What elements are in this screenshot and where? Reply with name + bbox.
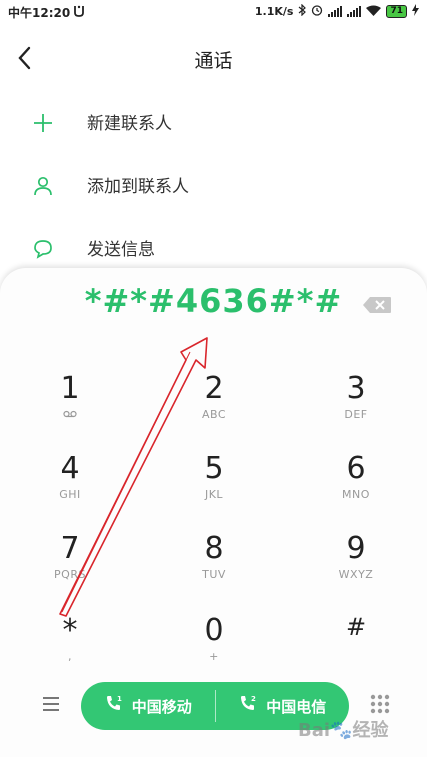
sim-number: 2 [251, 695, 256, 703]
key-letters: PQRS [54, 568, 86, 581]
key-9[interactable]: 9 WXYZ [306, 530, 406, 608]
key-5[interactable]: 5 JKL [164, 450, 264, 528]
key-star[interactable]: * , [20, 612, 120, 690]
key-digit: 8 [204, 531, 224, 566]
key-digit: 3 [346, 371, 366, 406]
status-bar: 中午12:20 1.1K/s 71 [0, 0, 427, 26]
status-right: 1.1K/s 71 [254, 3, 419, 19]
key-8[interactable]: 8 TUV [164, 530, 264, 608]
voicemail-icon [20, 408, 120, 422]
key-digit: # [345, 613, 367, 641]
wifi-icon [366, 5, 382, 19]
status-time: 中午12:20 [8, 6, 71, 20]
key-letters: TUV [202, 568, 226, 581]
key-digit: 7 [60, 531, 80, 566]
key-letters: + [209, 650, 219, 663]
key-letters: ABC [201, 408, 227, 421]
menu-lines-icon[interactable] [40, 694, 62, 714]
key-digit: * [62, 613, 78, 648]
page-title: 通话 [194, 50, 233, 72]
notification-icon [73, 4, 85, 20]
key-letters: GHI [59, 488, 81, 501]
key-digit: 0 [204, 613, 224, 648]
menu-item-new-contact[interactable]: 新建联系人 [0, 93, 427, 153]
bluetooth-icon [298, 3, 307, 19]
charging-icon [412, 4, 419, 19]
key-digit: 9 [346, 531, 366, 566]
phone-sim1-icon: 1 [104, 694, 124, 718]
key-4[interactable]: 4 GHI [20, 450, 120, 528]
person-icon [32, 175, 54, 197]
keypad-grid-icon[interactable] [368, 692, 392, 716]
key-letters: WXYZ [338, 568, 374, 581]
menu-item-label: 新建联系人 [87, 114, 172, 134]
sim-number: 1 [117, 695, 122, 703]
net-speed: 1.1K/s [254, 5, 294, 18]
key-letters: MNO [342, 488, 370, 501]
key-letters: JKL [204, 488, 224, 501]
key-3[interactable]: 3 DEF [306, 370, 406, 448]
call-label: 中国电信 [266, 697, 327, 716]
call-label: 中国移动 [131, 697, 192, 716]
key-digit: 1 [60, 371, 80, 406]
watermark: Bai🐾经验 [298, 720, 389, 741]
signal-2-icon [347, 6, 362, 17]
menu-item-add-to-contact[interactable]: 添加到联系人 [0, 156, 427, 216]
key-letters: , [68, 650, 72, 663]
key-7[interactable]: 7 PQRS [20, 530, 120, 608]
key-digit: 4 [60, 451, 80, 486]
call-button-sim1[interactable]: 1 中国移动 [81, 682, 215, 730]
menu-item-label: 添加到联系人 [87, 177, 189, 197]
phone-sim2-icon: 2 [238, 694, 258, 718]
plus-icon [32, 112, 54, 134]
battery-icon: 71 [386, 5, 407, 18]
key-2[interactable]: 2 ABC [164, 370, 264, 448]
message-icon [32, 238, 54, 260]
key-digit: 6 [346, 451, 366, 486]
key-6[interactable]: 6 MNO [306, 450, 406, 528]
key-1[interactable]: 1 [20, 370, 120, 448]
signal-1-icon [328, 6, 343, 17]
key-0[interactable]: 0 + [164, 612, 264, 690]
backspace-icon[interactable] [362, 296, 392, 314]
menu-item-label: 发送信息 [87, 240, 155, 260]
key-letters: DEF [344, 408, 368, 421]
key-digit: 5 [204, 451, 224, 486]
alarm-icon [311, 4, 323, 19]
key-hash[interactable]: # [306, 608, 406, 686]
key-digit: 2 [204, 371, 224, 406]
